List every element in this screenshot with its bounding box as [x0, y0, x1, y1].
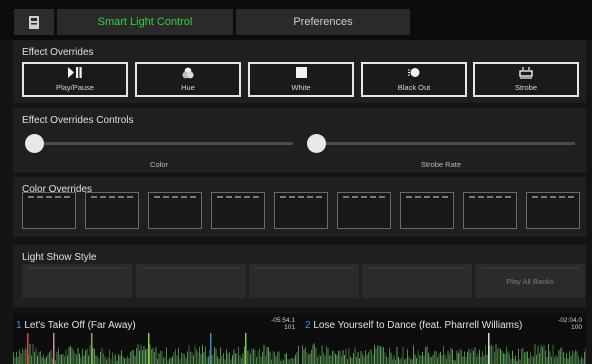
white-square-icon	[295, 67, 307, 80]
light-show-style-button-2[interactable]	[136, 264, 246, 298]
deck-1-number: 1	[16, 320, 22, 331]
tab-preferences[interactable]: Preferences	[236, 9, 410, 35]
color-override-swatch[interactable]	[22, 192, 76, 229]
color-override-swatch[interactable]	[526, 192, 580, 229]
deck-2-title: Lose Yourself to Dance (feat. Pharrell W…	[313, 320, 523, 331]
hue-label: Hue	[181, 83, 195, 92]
play-pause-label: Play/Pause	[56, 83, 94, 92]
strobe-label: Strobe	[514, 83, 538, 92]
play-all-banks-label: Play All Banks	[506, 276, 554, 286]
color-override-swatch[interactable]	[85, 192, 139, 229]
color-override-swatch[interactable]	[463, 192, 517, 229]
deck-1-time: -05:54.1	[271, 317, 295, 324]
color-override-swatch[interactable]	[337, 192, 391, 229]
black-out-icon	[407, 67, 421, 80]
deck-bar: 1 Let's Take Off (Far Away) -05:54.1 101…	[13, 313, 586, 364]
light-show-panel: Light Show Style Play All Banks	[13, 245, 586, 307]
deck-2-waveform[interactable]	[302, 333, 586, 364]
color-override-swatch[interactable]	[274, 192, 328, 229]
color-overrides-panel: Color Overrides	[13, 177, 586, 237]
light-show-style-button-1[interactable]	[22, 264, 132, 298]
black-out-button[interactable]: Black Out	[361, 62, 467, 97]
deck-1-title: Let's Take Off (Far Away)	[24, 320, 136, 331]
deck-1-time-info: -05:54.1 101	[271, 317, 295, 331]
strobe-rate-slider-label: Strobe Rate	[420, 160, 462, 169]
color-slider-label: Color	[150, 160, 168, 169]
effect-controls-title: Effect Overrides Controls	[22, 115, 134, 126]
strobe-rate-slider-knob[interactable]	[307, 134, 326, 153]
color-slider-track[interactable]	[25, 142, 293, 145]
strobe-rate-slider[interactable]: Strobe Rate	[307, 133, 575, 169]
white-button[interactable]: White	[248, 62, 354, 97]
deck-2[interactable]: 2 Lose Yourself to Dance (feat. Pharrell…	[302, 313, 586, 364]
light-show-style-button-4[interactable]	[362, 264, 472, 298]
effect-overrides-panel: Effect Overrides Play/Pause Hue White Bl…	[13, 40, 586, 103]
play-pause-icon	[68, 67, 82, 80]
effect-controls-panel: Effect Overrides Controls Color Strobe R…	[13, 108, 586, 173]
white-label: White	[291, 83, 311, 92]
color-override-swatch[interactable]	[148, 192, 202, 229]
strobe-button[interactable]: Strobe	[473, 62, 579, 97]
play-all-banks-button[interactable]: Play All Banks	[475, 264, 585, 298]
tab-smart-light-control[interactable]: Smart Light Control	[57, 9, 233, 35]
device-icon	[29, 15, 39, 29]
strobe-icon	[519, 67, 533, 80]
device-button[interactable]	[14, 9, 54, 35]
color-override-swatch[interactable]	[211, 192, 265, 229]
hue-button[interactable]: Hue	[135, 62, 241, 97]
deck-1-title-row: 1 Let's Take Off (Far Away)	[16, 320, 136, 331]
top-bar: Smart Light Control Preferences	[0, 0, 592, 40]
light-show-title: Light Show Style	[22, 252, 97, 263]
light-show-style-button-3[interactable]	[249, 264, 359, 298]
color-override-swatch[interactable]	[400, 192, 454, 229]
play-pause-button[interactable]: Play/Pause	[22, 62, 128, 97]
deck-1[interactable]: 1 Let's Take Off (Far Away) -05:54.1 101	[13, 313, 299, 364]
deck-2-time-info: -02:04.0 100	[558, 317, 582, 331]
hue-icon	[182, 67, 194, 80]
deck-2-title-row: 2 Lose Yourself to Dance (feat. Pharrell…	[305, 320, 522, 331]
deck-2-number: 2	[305, 320, 311, 331]
deck-1-bpm: 101	[284, 324, 295, 331]
black-out-label: Black Out	[397, 83, 431, 92]
color-slider[interactable]: Color	[25, 133, 293, 169]
effect-overrides-title: Effect Overrides	[22, 47, 94, 58]
deck-1-waveform[interactable]	[13, 333, 299, 364]
deck-2-time: -02:04.0	[558, 317, 582, 324]
color-slider-knob[interactable]	[25, 134, 44, 153]
deck-2-bpm: 100	[571, 324, 582, 331]
strobe-rate-slider-track[interactable]	[307, 142, 575, 145]
